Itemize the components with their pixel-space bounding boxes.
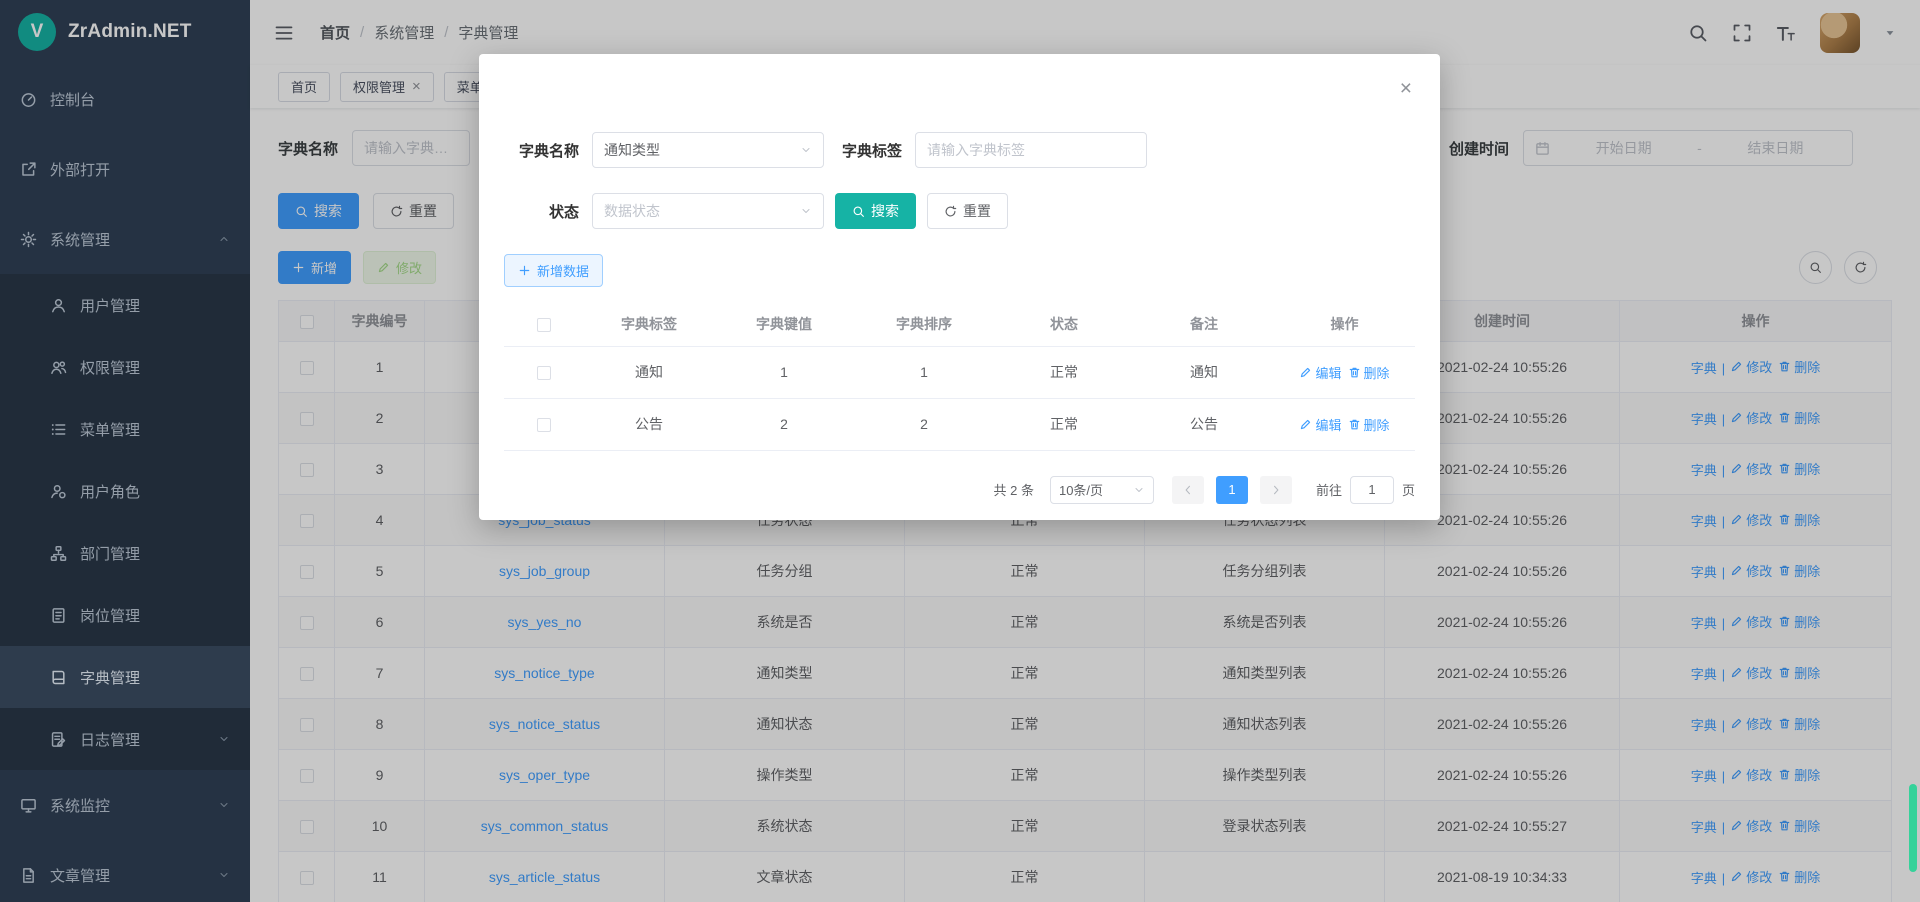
dialog-filter-row-1: 字典名称 通知类型 字典标签 请输入字典标签 xyxy=(504,132,1415,168)
next-page-button[interactable] xyxy=(1260,476,1292,504)
dialog-add-data-label: 新增数据 xyxy=(537,261,589,280)
edit-link-label: 编辑 xyxy=(1315,415,1341,434)
dialog-search-button[interactable]: 搜索 xyxy=(835,193,916,229)
search-icon xyxy=(852,205,865,218)
cell-dict-sort: 2 xyxy=(854,398,994,450)
edit-link[interactable]: 编辑 xyxy=(1299,415,1341,434)
dialog-dict-name-select[interactable]: 通知类型 xyxy=(592,132,824,168)
chevron-down-icon xyxy=(800,205,812,217)
cell-operations: 编辑 删除 xyxy=(1274,346,1415,398)
cell-dict-label: 公告 xyxy=(584,398,714,450)
plus-icon xyxy=(518,264,531,277)
column-header: 操作 xyxy=(1274,303,1415,346)
dict-data-table: 字典标签字典键值字典排序状态备注操作通知11正常通知编辑删除公告22正常公告编辑… xyxy=(504,303,1415,451)
cell-dict-sort: 1 xyxy=(854,346,994,398)
delete-link[interactable]: 删除 xyxy=(1348,363,1390,382)
delete-link[interactable]: 删除 xyxy=(1348,415,1390,434)
prev-page-button[interactable] xyxy=(1172,476,1204,504)
dialog-dict-label-label: 字典标签 xyxy=(842,140,915,161)
pager: 1 xyxy=(1172,476,1292,504)
pagination: 共 2 条 10条/页 1 前往 1 页 xyxy=(504,476,1415,504)
row-checkbox[interactable] xyxy=(537,366,551,380)
edit-link-label: 编辑 xyxy=(1315,363,1341,382)
pencil-icon xyxy=(1299,418,1312,431)
cell-status: 正常 xyxy=(994,346,1134,398)
delete-link-label: 删除 xyxy=(1364,363,1390,382)
header-select-all xyxy=(504,303,584,346)
refresh-icon xyxy=(944,205,957,218)
cell-dict-label: 通知 xyxy=(584,346,714,398)
table-row: 公告22正常公告编辑删除 xyxy=(504,398,1415,450)
cell-select xyxy=(504,346,584,398)
dialog-dict-label-input[interactable]: 请输入字典标签 xyxy=(915,132,1147,168)
table-header-row: 字典标签字典键值字典排序状态备注操作 xyxy=(504,303,1415,346)
goto-page-input[interactable]: 1 xyxy=(1350,476,1394,504)
cell-dict-value: 1 xyxy=(714,346,854,398)
dialog-search-label: 搜索 xyxy=(871,201,899,221)
row-checkbox[interactable] xyxy=(537,418,551,432)
cell-dict-value: 2 xyxy=(714,398,854,450)
column-header: 字典键值 xyxy=(714,303,854,346)
chevron-down-icon xyxy=(800,144,812,156)
pagination-total: 共 2 条 xyxy=(994,480,1034,499)
page-size-value: 10条/页 xyxy=(1059,480,1103,499)
dialog-reset-label: 重置 xyxy=(963,201,991,221)
column-header: 状态 xyxy=(994,303,1134,346)
edit-link[interactable]: 编辑 xyxy=(1299,363,1341,382)
dialog-status-label: 状态 xyxy=(504,201,592,222)
table-row: 通知11正常通知编辑删除 xyxy=(504,346,1415,398)
trash-icon xyxy=(1348,366,1361,379)
goto-page-value: 1 xyxy=(1368,482,1375,497)
page-scrollbar-thumb[interactable] xyxy=(1909,784,1917,872)
dict-data-dialog: × 字典名称 通知类型 字典标签 请输入字典标签 状态 数据状态 搜索 xyxy=(479,54,1440,520)
chevron-down-icon xyxy=(1133,484,1145,496)
column-header: 字典标签 xyxy=(584,303,714,346)
close-icon[interactable]: × xyxy=(1400,78,1412,99)
dialog-dict-name-value: 通知类型 xyxy=(604,140,660,160)
dialog-body: 字典名称 通知类型 字典标签 请输入字典标签 状态 数据状态 搜索 重置 xyxy=(479,54,1440,504)
dialog-dict-name-label: 字典名称 xyxy=(504,140,592,161)
dialog-reset-button[interactable]: 重置 xyxy=(927,193,1008,229)
dialog-status-select[interactable]: 数据状态 xyxy=(592,193,824,229)
page-size-select[interactable]: 10条/页 xyxy=(1050,476,1154,504)
page-number-button[interactable]: 1 xyxy=(1216,476,1248,504)
column-header: 字典排序 xyxy=(854,303,994,346)
dialog-status-placeholder: 数据状态 xyxy=(604,201,660,221)
dialog-dict-label-placeholder: 请输入字典标签 xyxy=(927,140,1025,160)
trash-icon xyxy=(1348,418,1361,431)
cell-remark: 通知 xyxy=(1134,346,1274,398)
cell-remark: 公告 xyxy=(1134,398,1274,450)
cell-operations: 编辑 删除 xyxy=(1274,398,1415,450)
chevron-right-icon xyxy=(1270,484,1282,496)
pencil-icon xyxy=(1299,366,1312,379)
column-header: 备注 xyxy=(1134,303,1274,346)
select-all-checkbox[interactable] xyxy=(537,318,551,332)
cell-select xyxy=(504,398,584,450)
goto-label: 前往 xyxy=(1316,480,1342,499)
dialog-add-data-button[interactable]: 新增数据 xyxy=(504,254,603,287)
cell-status: 正常 xyxy=(994,398,1134,450)
chevron-left-icon xyxy=(1182,484,1194,496)
delete-link-label: 删除 xyxy=(1364,415,1390,434)
dialog-filter-row-2: 状态 数据状态 搜索 重置 xyxy=(504,193,1415,229)
page-unit-label: 页 xyxy=(1402,480,1415,499)
